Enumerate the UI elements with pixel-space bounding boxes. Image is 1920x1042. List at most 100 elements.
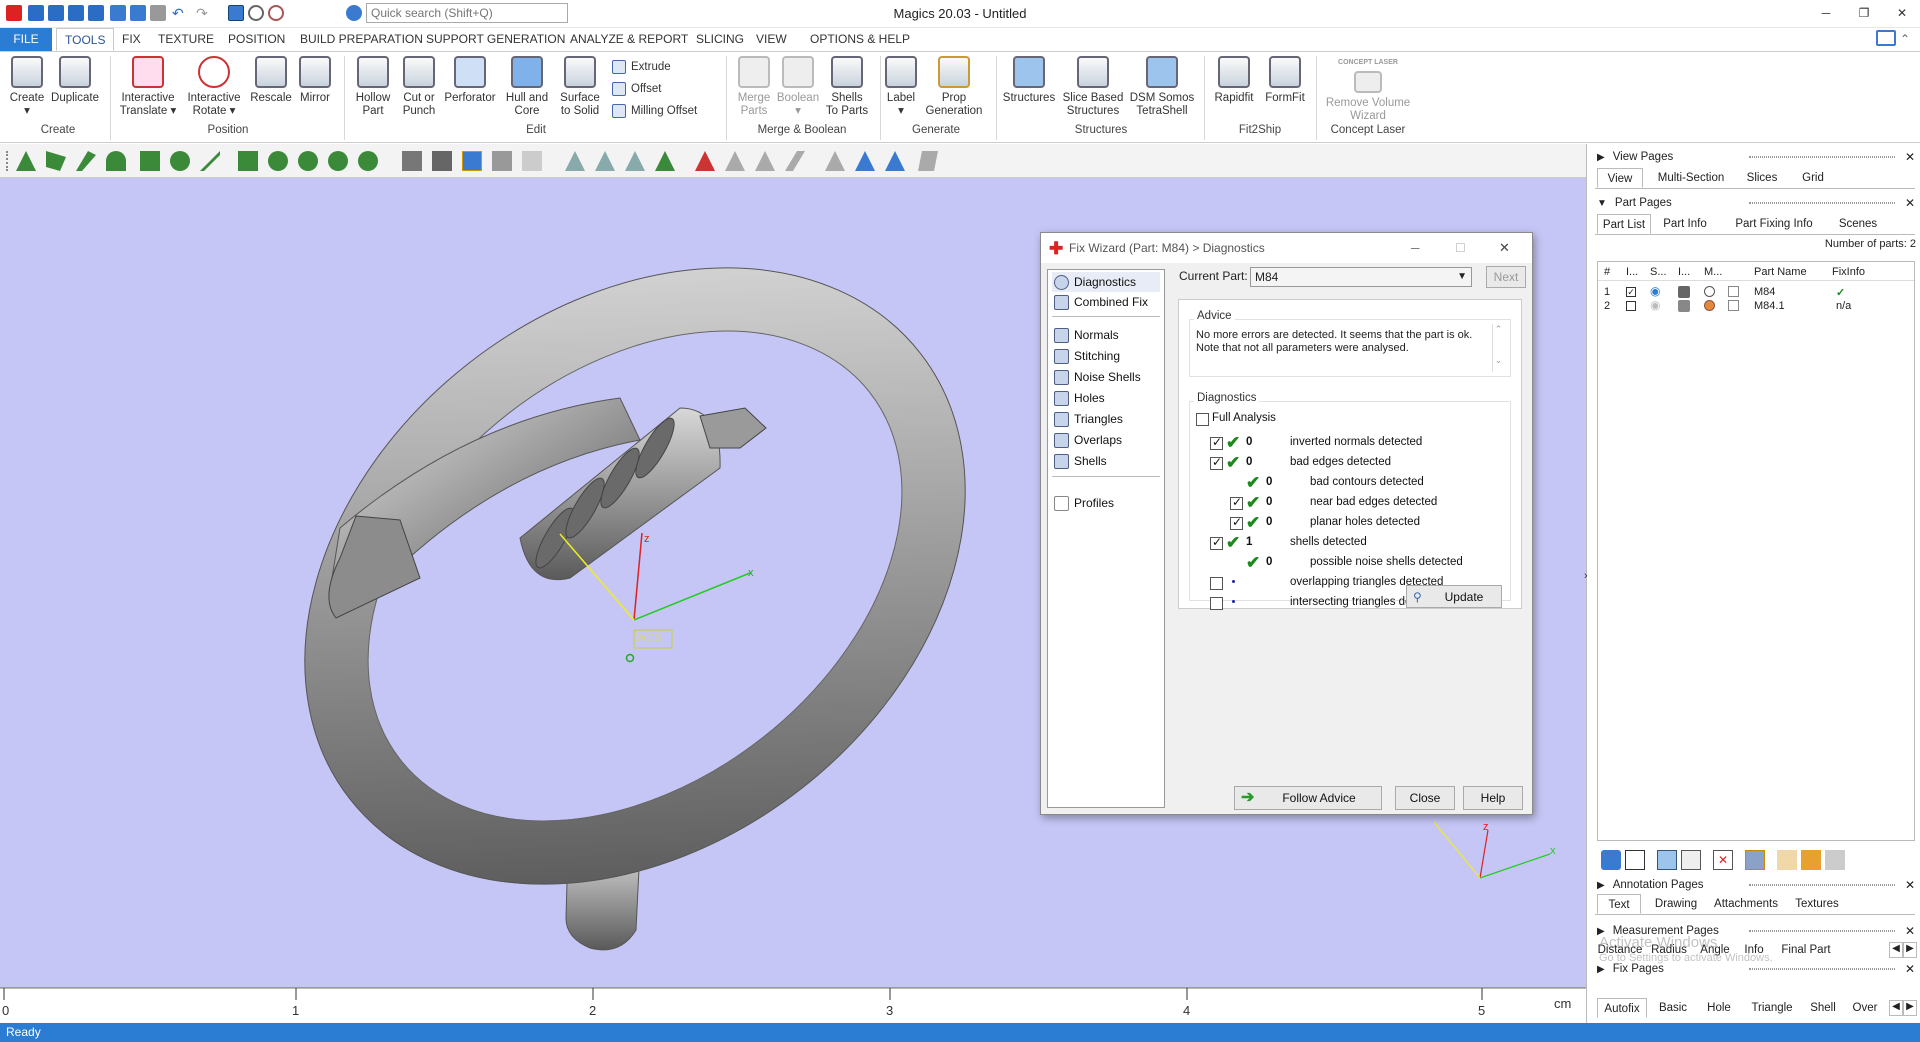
tab-triangle[interactable]: Triangle <box>1745 998 1799 1018</box>
shading-icon[interactable] <box>1678 300 1690 312</box>
invert-selection-icon[interactable] <box>522 151 542 171</box>
tab-slices[interactable]: Slices <box>1737 168 1787 188</box>
tab-autofix[interactable]: Autofix <box>1597 998 1647 1018</box>
select-sphere-icon[interactable] <box>268 151 288 171</box>
tab-drawing[interactable]: Drawing <box>1649 894 1703 914</box>
tab-hole[interactable]: Hole <box>1699 998 1739 1018</box>
part-scene-icon[interactable] <box>1745 850 1765 870</box>
cut-or-punch-button[interactable]: Cut or Punch <box>396 56 442 118</box>
close-button[interactable]: ✕ <box>1890 2 1914 24</box>
undo-icon[interactable]: ↶ <box>172 5 188 21</box>
mark-shell-icon[interactable] <box>432 151 452 171</box>
tab-final-part[interactable]: Final Part <box>1773 940 1839 960</box>
triangle-swap-icon[interactable] <box>855 151 875 171</box>
tab-fix[interactable]: FIX <box>114 28 149 51</box>
nav-shells[interactable]: Shells <box>1052 451 1160 471</box>
duplicate-button[interactable]: Duplicate <box>48 56 102 105</box>
dialog-maximize-button[interactable]: ☐ <box>1455 233 1466 263</box>
offset-button[interactable]: Offset <box>612 80 661 98</box>
save-icon[interactable] <box>68 5 84 21</box>
dsm-somos-tetrashell-button[interactable]: DSM Somos TetraShell <box>1128 56 1196 118</box>
select-triangle-icon[interactable] <box>16 151 36 171</box>
tab-part-list[interactable]: Part List <box>1597 214 1651 234</box>
advice-scrollbar[interactable]: ⌃ ⌄ <box>1492 324 1504 372</box>
diag-checkbox[interactable] <box>1230 515 1243 530</box>
nav-diagnostics[interactable]: Diagnostics <box>1052 272 1160 292</box>
surface-select-icon[interactable] <box>918 151 938 171</box>
import-icon[interactable] <box>110 5 126 21</box>
load-part-icon[interactable] <box>1601 850 1621 870</box>
chevron-up-icon[interactable]: ⌃ <box>1900 32 1910 46</box>
select-radial-icon[interactable] <box>328 151 348 171</box>
triangle-shrink-icon[interactable] <box>755 151 775 171</box>
tab-basic[interactable]: Basic <box>1653 998 1693 1018</box>
interactive-rotate-button[interactable]: Interactive Rotate ▾ <box>182 56 246 118</box>
structures-button[interactable]: Structures <box>1000 56 1058 105</box>
spring-part-model[interactable] <box>184 178 1087 987</box>
close-icon[interactable]: ✕ <box>1905 148 1915 166</box>
select-shell-icon[interactable] <box>106 151 126 171</box>
visible-checkbox[interactable] <box>1626 301 1636 311</box>
close-part-icon[interactable] <box>150 5 166 21</box>
column-header[interactable]: I... <box>1626 266 1638 278</box>
tab-scenes[interactable]: Scenes <box>1831 214 1885 234</box>
tab-scroll-left-icon[interactable]: ◀ <box>1889 1000 1903 1016</box>
column-header[interactable]: M... <box>1704 266 1722 278</box>
triangle-edit-icon[interactable] <box>625 151 645 171</box>
triangle-grow-icon[interactable] <box>725 151 745 171</box>
select-grid-icon[interactable] <box>238 151 258 171</box>
hull-and-core-button[interactable]: Hull and Core <box>500 56 554 118</box>
mark-planar-icon[interactable] <box>462 151 482 171</box>
tab-view[interactable]: VIEW <box>748 28 795 51</box>
next-button[interactable]: Next <box>1486 266 1526 288</box>
milling-offset-button[interactable]: Milling Offset <box>612 102 697 120</box>
eye-icon[interactable]: ◉ <box>1650 298 1660 312</box>
mirror-button[interactable]: Mirror <box>294 56 336 105</box>
triangle-split-icon[interactable] <box>825 151 845 171</box>
remove-volume-wizard-button[interactable]: CONCEPT LASER Remove Volume Wizard <box>1320 56 1416 123</box>
marker-icon[interactable] <box>1801 850 1821 870</box>
dialog-title-bar[interactable]: ✚ Fix Wizard (Part: M84) > Diagnostics ─… <box>1041 233 1532 263</box>
annotation-pages-header[interactable]: ▶ Annotation Pages ✕ <box>1597 876 1915 894</box>
prop-generation-button[interactable]: Prop Generation <box>922 56 986 118</box>
zoom-icon[interactable] <box>248 5 264 21</box>
tab-analyze-report[interactable]: ANALYZE & REPORT <box>562 28 696 51</box>
triangle-extend-icon[interactable] <box>655 151 675 171</box>
help-button[interactable]: Help <box>1463 786 1523 810</box>
merge-parts-button[interactable]: Merge Parts <box>732 56 776 118</box>
perforator-button[interactable]: Perforator <box>442 56 498 105</box>
nav-stitching[interactable]: Stitching <box>1052 346 1160 366</box>
export-icon[interactable] <box>1825 850 1845 870</box>
nav-profiles[interactable]: Profiles <box>1052 493 1160 513</box>
close-icon[interactable]: ✕ <box>1905 194 1915 212</box>
update-button[interactable]: ⚲ Update <box>1406 585 1502 608</box>
nav-combined-fix[interactable]: Combined Fix <box>1052 292 1160 312</box>
table-row[interactable]: 2 ◉ M84.1 n/a <box>1598 298 1914 314</box>
part-pages-header[interactable]: ▼ Part Pages ✕ <box>1597 194 1915 212</box>
tab-scroll-right-icon[interactable]: ▶ <box>1903 942 1917 958</box>
column-header[interactable]: # <box>1604 266 1610 278</box>
formfit-button[interactable]: FormFit <box>1260 56 1310 105</box>
triangle-flip-icon[interactable] <box>785 151 805 171</box>
follow-advice-button[interactable]: ➔ Follow Advice <box>1234 786 1382 810</box>
current-part-select[interactable]: M84 ▼ <box>1250 267 1472 287</box>
tab-attachments[interactable]: Attachments <box>1709 894 1783 914</box>
fix-pages-header[interactable]: ▶ Fix Pages ✕ <box>1597 960 1915 978</box>
tab-scroll-right-icon[interactable]: ▶ <box>1903 1000 1917 1016</box>
surface-to-solid-button[interactable]: Surface to Solid <box>556 56 604 118</box>
color-icon[interactable] <box>1704 286 1715 297</box>
part-group-icon[interactable] <box>1681 850 1701 870</box>
new-file-icon[interactable] <box>28 5 44 21</box>
mark-part-icon[interactable] <box>402 151 422 171</box>
tab-slicing[interactable]: SLICING <box>688 28 752 51</box>
select-surface-icon[interactable] <box>76 151 96 171</box>
create-button[interactable]: Create ▾ <box>4 56 50 118</box>
diag-checkbox[interactable] <box>1210 597 1223 610</box>
select-plane-icon[interactable] <box>46 151 66 171</box>
tab-file[interactable]: FILE <box>0 28 52 51</box>
visible-checkbox[interactable]: ✓ <box>1626 287 1636 297</box>
column-header[interactable]: I... <box>1678 266 1690 278</box>
close-icon[interactable]: ✕ <box>1905 876 1915 894</box>
hollow-part-button[interactable]: Hollow Part <box>350 56 396 118</box>
material-icon[interactable] <box>1728 300 1739 311</box>
